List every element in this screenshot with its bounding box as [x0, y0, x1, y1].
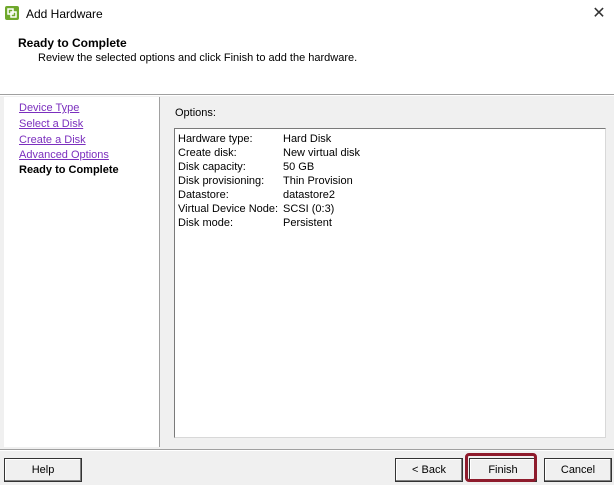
- option-value: Thin Provision: [283, 175, 353, 187]
- option-value: Hard Disk: [283, 133, 332, 145]
- option-key: Virtual Device Node:: [178, 203, 279, 215]
- back-button[interactable]: < Back: [395, 458, 463, 482]
- option-value: SCSI (0:3): [283, 203, 335, 215]
- option-value: New virtual disk: [283, 147, 361, 159]
- title-bar: Add Hardware ✕: [0, 0, 614, 30]
- step-create-a-disk[interactable]: Create a Disk: [19, 134, 86, 146]
- option-key: Disk provisioning:: [178, 175, 265, 187]
- help-button[interactable]: Help: [4, 458, 82, 482]
- option-key: Disk mode:: [178, 217, 234, 229]
- option-key: Datastore:: [178, 189, 229, 201]
- cancel-button[interactable]: Cancel: [544, 458, 612, 482]
- option-value: Persistent: [283, 217, 332, 229]
- option-value: datastore2: [283, 189, 335, 201]
- wizard-steps-panel: Device Type Select a Disk Create a Disk …: [4, 97, 160, 447]
- step-advanced-options[interactable]: Advanced Options: [19, 149, 109, 161]
- footer-divider-highlight: [0, 450, 614, 451]
- option-value: 50 GB: [283, 161, 315, 173]
- options-summary-box: Hardware type: Hard Disk Create disk: Ne…: [174, 128, 606, 438]
- options-panel: Options: Hardware type: Hard Disk Create…: [162, 97, 614, 447]
- option-key: Disk capacity:: [178, 161, 246, 173]
- page-title: Ready to Complete: [18, 36, 127, 50]
- page-subtitle: Review the selected options and click Fi…: [38, 52, 358, 64]
- vsphere-hardware-icon: [5, 6, 19, 20]
- step-device-type[interactable]: Device Type: [19, 102, 79, 114]
- close-icon[interactable]: ✕: [588, 3, 610, 25]
- step-ready-to-complete: Ready to Complete: [19, 164, 119, 176]
- option-key: Create disk:: [178, 147, 237, 159]
- header-divider-highlight: [0, 95, 614, 96]
- finish-highlight-outline: [465, 453, 537, 482]
- option-key: Hardware type:: [178, 133, 253, 145]
- step-select-a-disk[interactable]: Select a Disk: [19, 118, 83, 130]
- wizard-header: Ready to Complete Review the selected op…: [0, 30, 614, 94]
- window-title: Add Hardware: [26, 7, 103, 21]
- options-label: Options:: [175, 107, 216, 119]
